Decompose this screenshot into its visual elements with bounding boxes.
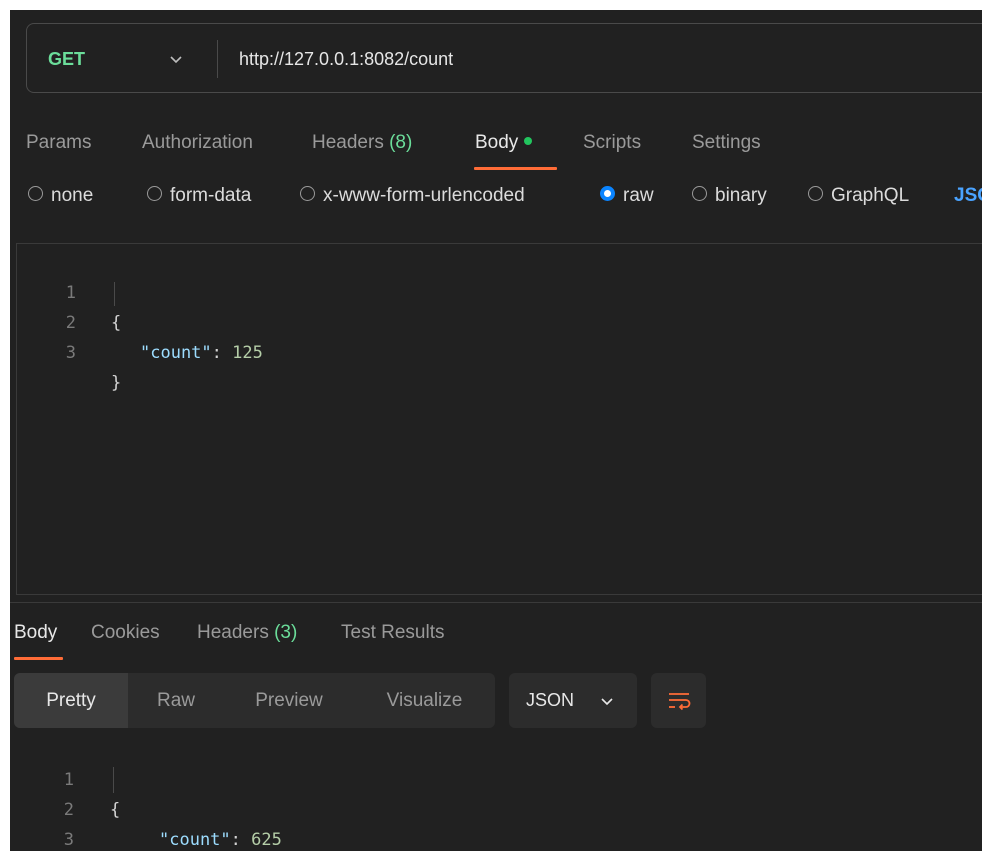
json-colon: : [211,343,233,363]
resp-tab-body-underline [14,657,63,660]
response-body-viewer[interactable]: 1 { 2 "count": 625 3 } [10,735,982,850]
tab-scripts[interactable]: Scripts [583,120,641,166]
json-key: "count" [159,830,231,850]
indent-guide [113,767,114,793]
tab-params[interactable]: Params [26,120,91,166]
body-active-dot [524,136,533,145]
tab-body-underline [474,167,557,170]
code-content: "count": 125 [140,338,263,368]
wrap-lines-button[interactable] [651,673,706,728]
json-colon: : [230,830,252,850]
radio-urlencoded[interactable]: x-www-form-urlencoded [300,178,525,214]
radio-binary-label: binary [715,185,767,206]
radio-none[interactable]: none [28,178,93,214]
json-value: 125 [232,343,263,363]
radio-binary[interactable]: binary [692,178,767,214]
resp-tab-headers-count: (3) [274,622,298,643]
code-line: 1 { [17,248,122,333]
close-brace: } [111,373,122,393]
code-line: 1 { [10,735,121,820]
radio-graphql-circle [808,186,823,202]
tab-authorization[interactable]: Authorization [142,120,253,166]
json-value: 625 [251,830,282,850]
view-visualize-button[interactable]: Visualize [354,673,495,728]
code-line: 2 "count": 625 [10,765,282,850]
code-line: 3 } [17,308,122,393]
url-bar: GET http://127.0.0.1:8082/count [26,23,982,93]
resp-tab-cookies[interactable]: Cookies [91,616,160,650]
format-label: JSON [526,690,575,710]
resp-tab-body[interactable]: Body [14,616,57,650]
response-format-select[interactable]: JSON [509,673,637,728]
radio-urlencoded-circle [300,186,315,202]
tab-headers[interactable]: Headers (8) [312,120,412,166]
line-number: 3 [63,830,74,850]
radio-form-data-circle [147,186,162,202]
code-line: 3 } [10,795,74,850]
tab-body[interactable]: Body [475,120,533,166]
method-select[interactable]: GET [48,24,85,94]
tab-settings[interactable]: Settings [692,120,761,166]
postman-request-panel: GET http://127.0.0.1:8082/count Params A… [10,10,982,851]
radio-form-data[interactable]: form-data [147,178,251,214]
open-brace: { [111,313,122,333]
radio-none-circle [28,186,43,202]
radio-graphql[interactable]: GraphQL [808,178,909,214]
url-divider [217,40,218,78]
resp-tab-test-results[interactable]: Test Results [341,616,444,650]
resp-tab-headers-label: Headers [197,622,269,643]
indent-guide [114,282,115,306]
radio-binary-circle [692,186,707,202]
tab-body-label: Body [475,132,519,153]
chevron-down-icon[interactable] [169,52,183,66]
section-divider [10,602,982,603]
open-brace: { [110,800,121,820]
radio-form-data-label: form-data [170,185,252,206]
view-raw-button[interactable]: Raw [128,673,224,728]
resp-tab-headers[interactable]: Headers (3) [197,616,297,650]
radio-graphql-label: GraphQL [831,185,910,206]
line-number: 3 [65,343,76,363]
radio-urlencoded-label: x-www-form-urlencoded [323,185,525,206]
request-body-editor[interactable]: 1 { 2 "count": 125 3 } [16,243,982,595]
chevron-down-icon [601,698,613,706]
body-type-radios: none form-data x-www-form-urlencoded raw… [28,178,982,214]
json-type-select[interactable]: JSO [954,178,982,214]
view-pretty-button[interactable]: Pretty [14,673,128,728]
wrap-lines-icon [669,693,691,711]
radio-raw[interactable]: raw [600,178,654,214]
radio-none-label: none [51,185,94,206]
code-line: 2 "count": 125 [17,278,263,363]
json-key: "count" [140,343,212,363]
radio-raw-circle [600,186,615,202]
tab-headers-label: Headers [312,132,384,153]
url-input[interactable]: http://127.0.0.1:8082/count [239,24,453,94]
tab-headers-count: (8) [389,132,413,153]
view-preview-button[interactable]: Preview [224,673,354,728]
radio-raw-label: raw [623,185,654,206]
response-view-toggle: Pretty Raw Preview Visualize [14,673,495,728]
code-content: "count": 625 [159,825,282,851]
